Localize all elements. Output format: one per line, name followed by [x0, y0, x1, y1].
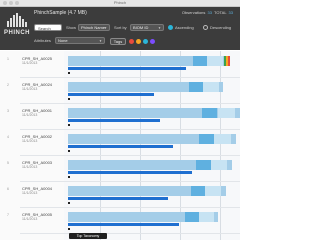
taxonomy-segment[interactable]: [203, 82, 219, 92]
row-marker: [68, 202, 70, 204]
tag-blue-icon[interactable]: [143, 39, 148, 44]
taxonomy-segment[interactable]: [191, 186, 205, 196]
sequence-bar: [68, 67, 186, 70]
taxonomy-bar[interactable]: [68, 56, 230, 66]
taxonomy-segment[interactable]: [228, 56, 230, 66]
taxonomy-bar[interactable]: [68, 134, 236, 144]
ascending-radio[interactable]: [168, 25, 173, 30]
taxonomy-segment[interactable]: [189, 82, 203, 92]
row-number: 5: [7, 161, 9, 165]
taxonomy-bar[interactable]: [68, 160, 232, 170]
row-number: 7: [7, 213, 9, 217]
taxonomy-segment[interactable]: [196, 160, 211, 170]
sort-select[interactable]: BIOM ID ▼: [130, 24, 164, 31]
row-marker: [68, 72, 70, 74]
taxonomy-tooltip: Top Taxonomy: [69, 233, 107, 239]
logo-text: PHINCH: [4, 30, 31, 36]
observation-stats: Observations 33 TOTAL 33: [182, 10, 234, 15]
attribute-label: Attributes: [34, 38, 51, 43]
sample-date: 11/1/2013: [22, 217, 38, 221]
sample-date: 11/1/2013: [22, 139, 38, 143]
row-number: 4: [7, 135, 9, 139]
sample-date: 11/1/2013: [22, 165, 38, 169]
sample-date: 11/1/2013: [22, 191, 38, 195]
row-number: 2: [7, 83, 9, 87]
taxonomy-segment[interactable]: [199, 212, 214, 222]
taxonomy-segment[interactable]: [193, 56, 207, 66]
chevron-down-icon: ▼: [99, 39, 102, 43]
attribute-select[interactable]: None ▼: [55, 37, 105, 44]
descending-label: Descending: [210, 25, 232, 30]
total-value: 33: [228, 10, 233, 15]
attribute-select-value: None: [58, 38, 68, 43]
row-divider: [20, 181, 240, 182]
total-label: TOTAL: [214, 10, 227, 15]
taxonomy-segment[interactable]: [207, 56, 223, 66]
descending-radio[interactable]: [203, 25, 208, 30]
taxonomy-bar[interactable]: [68, 212, 218, 222]
search-input[interactable]: Search: [34, 24, 62, 31]
show-select-value: Phinch Name: [81, 25, 106, 30]
row-marker: [68, 176, 70, 178]
tag-purple-icon[interactable]: [150, 39, 155, 44]
row-marker: [68, 98, 70, 100]
taxonomy-segment[interactable]: [211, 160, 227, 170]
row-divider: [20, 233, 240, 234]
tags-button[interactable]: Tags: [110, 38, 126, 45]
sample-date: 11/1/2013: [22, 113, 38, 117]
sample-row[interactable]: 7 CPR_SH_A0005 11/1/2013: [0, 210, 240, 236]
observations-label: Observations: [181, 10, 206, 15]
sort-select-value: BIOM ID: [133, 25, 149, 30]
sample-row[interactable]: 5 CPR_SH_A0003 11/1/2013: [0, 158, 240, 184]
window-title: Phinch: [113, 0, 127, 5]
app-logo[interactable]: PHINCH: [4, 13, 30, 43]
taxonomy-bar[interactable]: [68, 108, 240, 118]
sequence-bar: [68, 145, 173, 148]
taxonomy-bar[interactable]: [68, 82, 223, 92]
row-number: 3: [7, 109, 9, 113]
row-marker: [68, 124, 70, 126]
row-divider: [20, 77, 240, 78]
sequence-bar: [68, 93, 154, 96]
sequence-bar: [68, 171, 192, 174]
sample-row[interactable]: 3 CPR_SH_A0001 11/1/2013: [0, 106, 240, 132]
sequence-bar: [68, 223, 179, 226]
row-divider: [20, 103, 240, 104]
row-marker: [68, 228, 70, 230]
sequence-bar: [68, 119, 160, 122]
file-name: PhinchSample (4.7 MB): [34, 10, 87, 16]
sample-row[interactable]: 1 CPR_SH_A0025 11/1/2013: [0, 54, 240, 80]
chevron-down-icon: ▼: [158, 26, 161, 30]
chevron-down-icon: ▼: [104, 26, 107, 30]
row-number: 1: [7, 57, 9, 61]
taxonomy-segment[interactable]: [202, 108, 217, 118]
observations-value: 33: [207, 10, 212, 15]
taxonomy-bar[interactable]: [68, 186, 226, 196]
row-number: 6: [7, 187, 9, 191]
sample-row[interactable]: 4 CPR_SH_A0002 11/1/2013: [0, 132, 240, 158]
logo-bars-icon: [4, 13, 30, 27]
sample-row[interactable]: 2 CPR_SH_A0024 11/1/2013: [0, 80, 240, 106]
row-divider: [20, 207, 240, 208]
ascending-label: Ascending: [175, 25, 194, 30]
sort-label: Sort by: [114, 25, 127, 30]
row-divider: [20, 129, 240, 130]
tag-orange-icon[interactable]: [136, 39, 141, 44]
show-select[interactable]: Phinch Name ▼: [78, 24, 110, 31]
tag-red-icon[interactable]: [129, 39, 134, 44]
taxonomy-segment[interactable]: [199, 134, 214, 144]
sample-date: 11/1/2013: [22, 61, 38, 65]
taxonomy-segment[interactable]: [214, 134, 231, 144]
taxonomy-segment[interactable]: [205, 186, 221, 196]
window-titlebar: Phinch: [0, 0, 240, 7]
row-divider: [20, 155, 240, 156]
taxonomy-segment[interactable]: [185, 212, 199, 222]
sequence-bar: [68, 197, 168, 200]
sample-row[interactable]: 6 CPR_SH_A0004 11/1/2013: [0, 184, 240, 210]
taxonomy-segment[interactable]: [218, 108, 235, 118]
show-label: Show: [66, 25, 77, 30]
row-marker: [68, 150, 70, 152]
sample-date: 11/1/2013: [22, 87, 38, 91]
